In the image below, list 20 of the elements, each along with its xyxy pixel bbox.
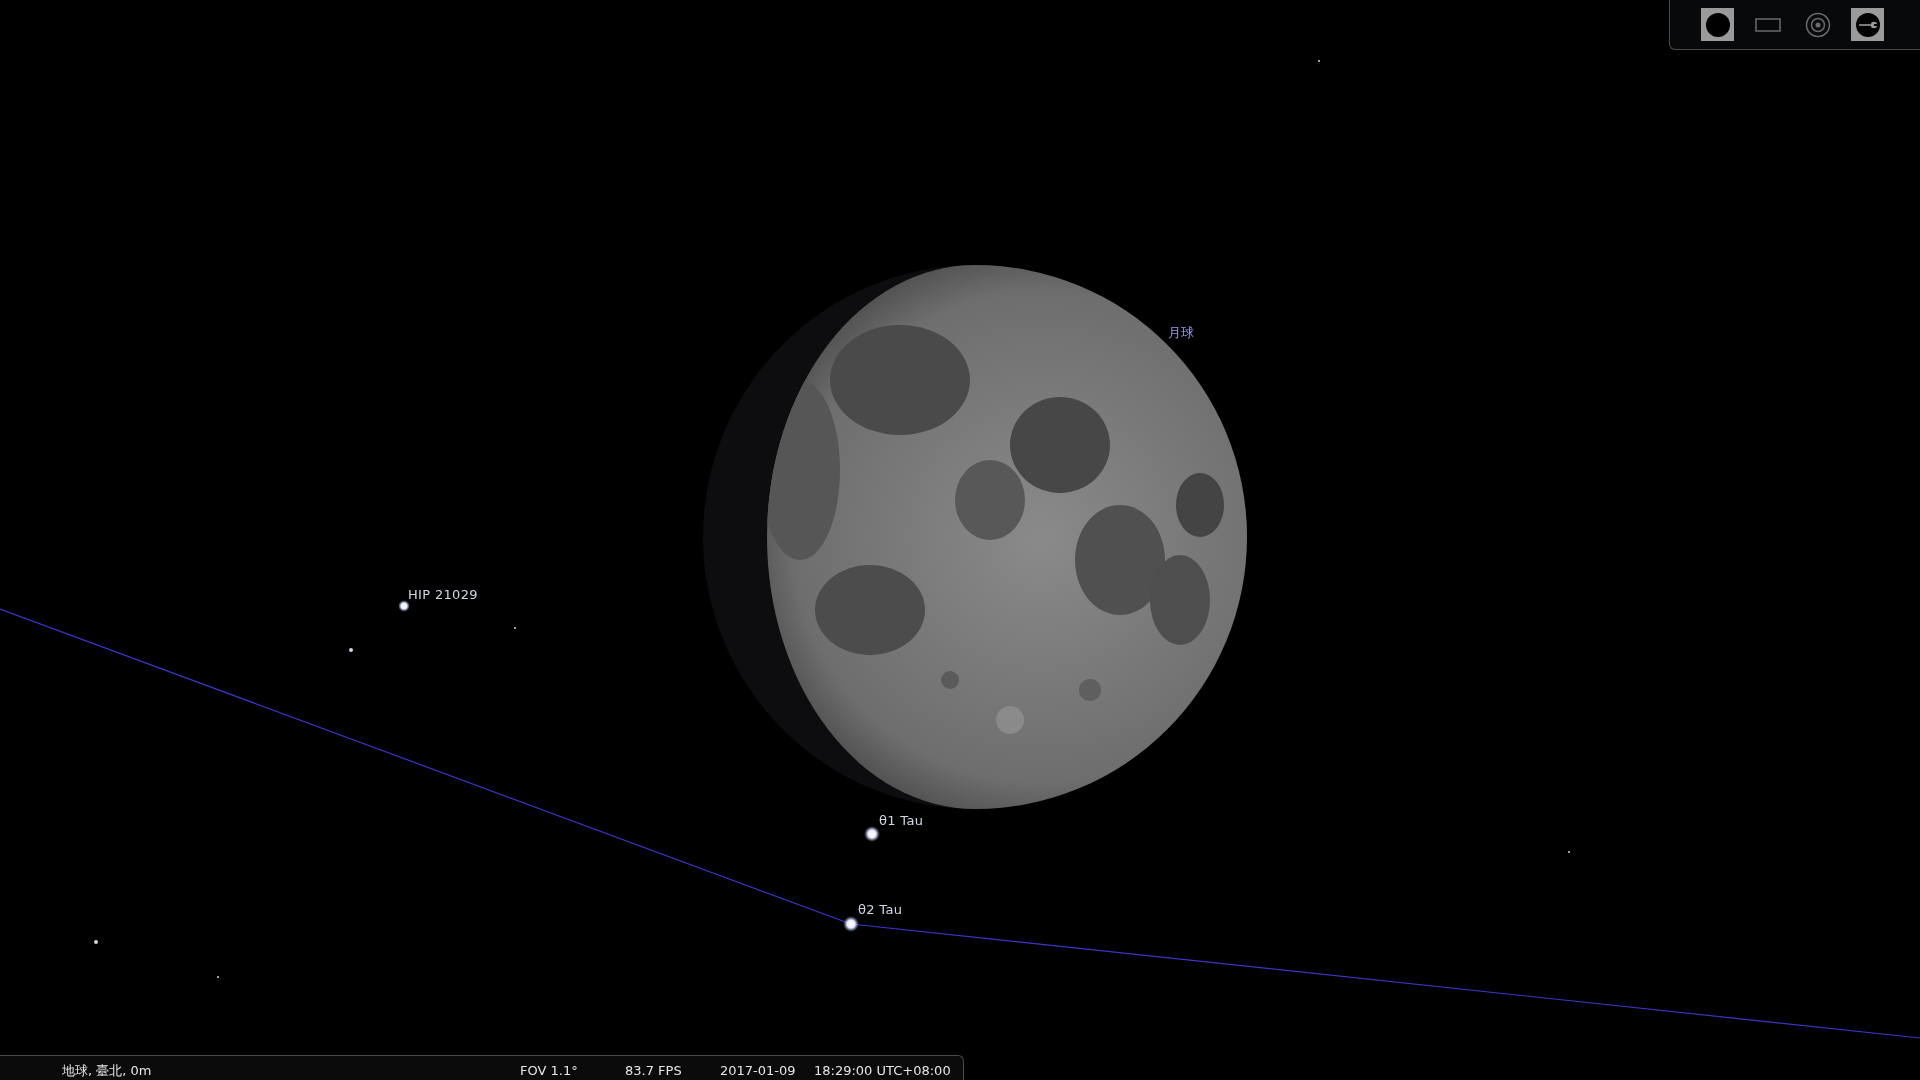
target-icon: [1804, 11, 1831, 38]
filled-circle-icon: [1704, 11, 1731, 38]
star-dot[interactable]: [843, 916, 859, 932]
rectangle-icon: [1754, 17, 1781, 32]
star-dot[interactable]: [864, 826, 880, 842]
object-label: HIP 21029: [408, 588, 478, 601]
wrench-icon: [1854, 11, 1881, 38]
toolbar-button[interactable]: [1851, 8, 1884, 41]
object-label: θ1 Tau: [879, 814, 924, 827]
object-label: 月球: [1168, 326, 1194, 339]
date-text: 2017-01-09: [720, 1064, 796, 1077]
location-text: 地球, 臺北, 0m: [62, 1064, 152, 1077]
fov-text: FOV 1.1°: [520, 1064, 578, 1077]
fps-text: 83.7 FPS: [625, 1064, 682, 1077]
toolbar-button[interactable]: [1701, 8, 1734, 41]
time-text: 18:29:00 UTC+08:00: [814, 1064, 951, 1077]
faint-star-dot: [94, 940, 98, 944]
faint-star-dot: [349, 648, 353, 652]
object-label: θ2 Tau: [858, 903, 903, 916]
star-dot[interactable]: [398, 600, 410, 612]
